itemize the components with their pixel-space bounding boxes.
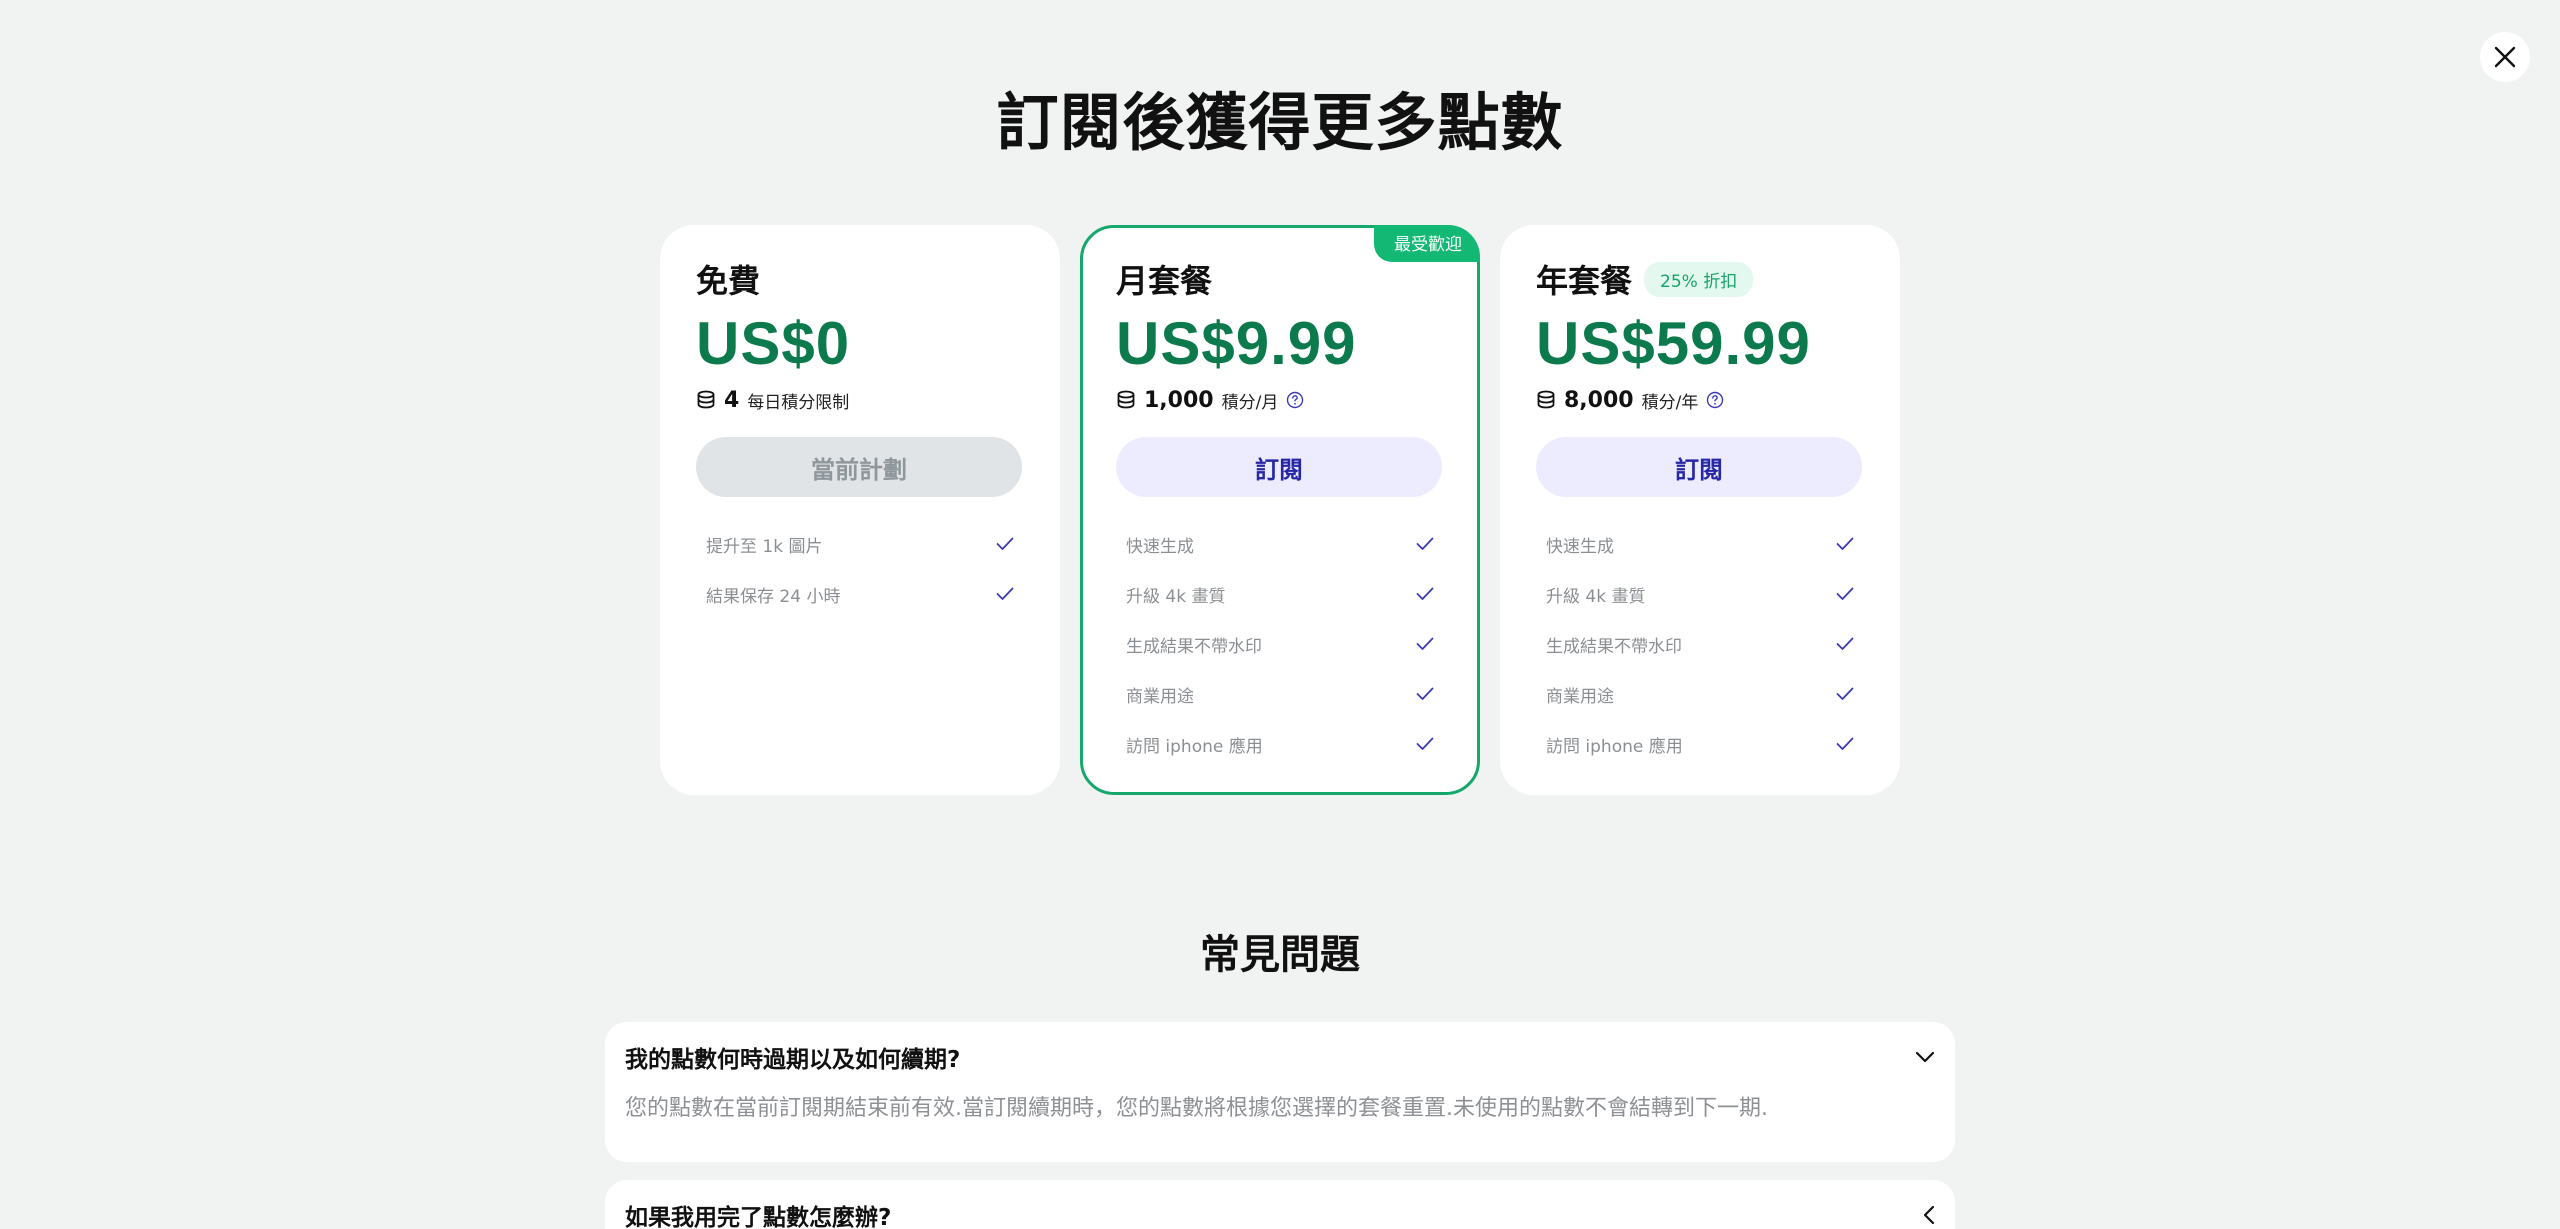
credits-unit: 積分/年: [1641, 392, 1699, 413]
coin-stack-icon: [1117, 390, 1135, 409]
feature-item: 商業用途: [1536, 669, 1864, 719]
feature-label: 商業用途: [1546, 686, 1614, 707]
check-icon: [1416, 587, 1434, 600]
current-plan-button: 當前計劃: [696, 437, 1022, 497]
plan-name: 免費: [696, 262, 761, 300]
faq-item: 我的點數何時過期以及如何續期? 您的點數在當前訂閱期結束前有效.當訂閱續期時，您…: [605, 1022, 1955, 1162]
plan-name: 月套餐: [1116, 262, 1213, 300]
feature-label: 商業用途: [1126, 686, 1194, 707]
credits-amount: 1,000: [1144, 387, 1214, 413]
faq-question: 如果我用完了點數怎麼辦?: [625, 1205, 892, 1229]
check-icon: [1836, 687, 1854, 700]
feature-list: 快速生成 升級 4k 畫質 生成結果不帶水印 商業用途 訪問 iphone 應用: [1116, 519, 1444, 769]
check-icon: [996, 537, 1014, 550]
plan-price: US$9.99: [1116, 310, 1357, 377]
check-icon: [1416, 687, 1434, 700]
feature-label: 生成結果不帶水印: [1546, 636, 1682, 657]
feature-label: 訪問 iphone 應用: [1546, 736, 1683, 757]
credits-unit: 每日積分限制: [747, 392, 850, 413]
faq-question-toggle[interactable]: 我的點數何時過期以及如何續期?: [605, 1022, 1955, 1092]
feature-item: 提升至 1k 圖片: [696, 519, 1024, 569]
feature-item: 升級 4k 畫質: [1536, 569, 1864, 619]
feature-label: 升級 4k 畫質: [1546, 586, 1646, 607]
feature-label: 提升至 1k 圖片: [706, 536, 823, 557]
feature-label: 快速生成: [1546, 536, 1614, 557]
feature-item: 訪問 iphone 應用: [1116, 719, 1444, 769]
popular-badge: 最受歡迎: [1374, 225, 1480, 262]
feature-item: 升級 4k 畫質: [1116, 569, 1444, 619]
check-icon: [1836, 737, 1854, 750]
coin-stack-icon: [1537, 390, 1555, 409]
feature-label: 升級 4k 畫質: [1126, 586, 1226, 607]
discount-badge: 25% 折扣: [1644, 261, 1754, 297]
plan-credits: 1,000 積分/月: [1116, 385, 1444, 415]
check-icon: [1836, 537, 1854, 550]
faq-title: 常見問題: [1200, 932, 1360, 978]
feature-item: 快速生成: [1536, 519, 1864, 569]
feature-item: 商業用途: [1116, 669, 1444, 719]
faq-question-toggle[interactable]: 如果我用完了點數怎麼辦?: [605, 1180, 1955, 1229]
faq-item: 如果我用完了點數怎麼辦?: [605, 1180, 1955, 1229]
plan-credits: 4 每日積分限制: [696, 385, 1024, 415]
check-icon: [1836, 587, 1854, 600]
feature-item: 訪問 iphone 應用: [1536, 719, 1864, 769]
feature-label: 結果保存 24 小時: [706, 586, 841, 607]
feature-item: 生成結果不帶水印: [1116, 619, 1444, 669]
credits-unit: 積分/月: [1221, 392, 1279, 413]
feature-label: 生成結果不帶水印: [1126, 636, 1262, 657]
check-icon: [1836, 637, 1854, 650]
plan-price: US$0: [696, 310, 851, 377]
feature-list: 快速生成 升級 4k 畫質 生成結果不帶水印 商業用途 訪問 iphone 應用: [1536, 519, 1864, 769]
credits-amount: 4: [724, 387, 740, 413]
feature-item: 生成結果不帶水印: [1536, 619, 1864, 669]
coin-stack-icon: [697, 390, 715, 409]
check-icon: [1416, 737, 1434, 750]
chevron-down-icon: [1915, 1051, 1935, 1063]
feature-item: 快速生成: [1116, 519, 1444, 569]
plan-price: US$59.99: [1536, 310, 1811, 377]
check-icon: [1416, 537, 1434, 550]
plan-card-free: 免費 US$0 4 每日積分限制 當前計劃 提升至 1k 圖片 結果保存 24 …: [660, 225, 1060, 795]
feature-label: 快速生成: [1126, 536, 1194, 557]
check-icon: [1416, 637, 1434, 650]
question-circle-icon[interactable]: [1286, 391, 1304, 409]
feature-item: 結果保存 24 小時: [696, 569, 1024, 619]
feature-list: 提升至 1k 圖片 結果保存 24 小時: [696, 519, 1024, 619]
faq-question: 我的點數何時過期以及如何續期?: [625, 1047, 961, 1073]
plan-name: 年套餐: [1536, 262, 1633, 300]
feature-label: 訪問 iphone 應用: [1126, 736, 1263, 757]
question-circle-icon[interactable]: [1706, 391, 1724, 409]
subscribe-monthly-button[interactable]: 訂閱: [1116, 437, 1442, 497]
chevron-left-icon: [1923, 1205, 1935, 1225]
credits-amount: 8,000: [1564, 387, 1634, 413]
plan-card-yearly: 年套餐 25% 折扣 US$59.99 8,000 積分/年 訂閱 快速生成 升…: [1500, 225, 1900, 795]
plan-credits: 8,000 積分/年: [1536, 385, 1864, 415]
plan-card-monthly: 最受歡迎 月套餐 US$9.99 1,000 積分/月 訂閱 快速生成 升級 4…: [1080, 225, 1480, 795]
pricing-plans: 免費 US$0 4 每日積分限制 當前計劃 提升至 1k 圖片 結果保存 24 …: [660, 225, 1900, 795]
faq-answer: 您的點數在當前訂閱期結束前有效.當訂閱續期時，您的點數將根據您選擇的套餐重置.未…: [625, 1096, 1768, 1121]
close-icon: [2494, 46, 2516, 68]
page-title: 訂閱後獲得更多點數: [996, 86, 1564, 159]
check-icon: [996, 587, 1014, 600]
subscribe-yearly-button[interactable]: 訂閱: [1536, 437, 1862, 497]
